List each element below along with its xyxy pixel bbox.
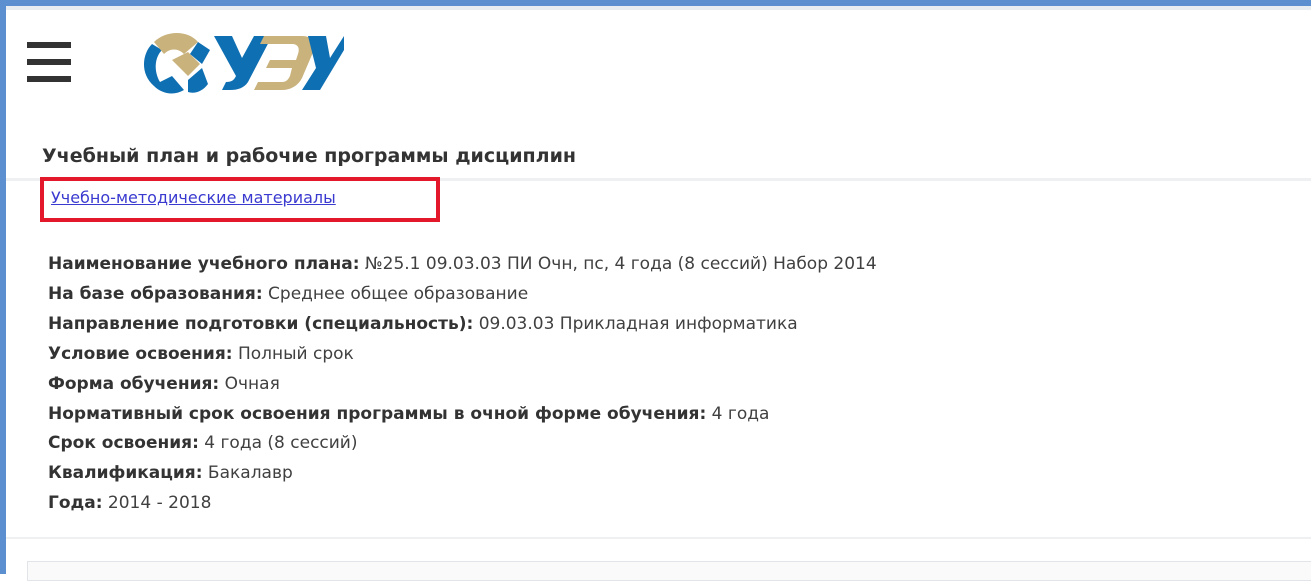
university-logo-icon[interactable] [132,24,344,100]
detail-label: Года: [48,493,103,514]
detail-label: Наименование учебного плана: [48,254,360,274]
detail-row-term: Срок освоения: 4 года (8 сессий) [48,429,877,459]
detail-row-condition: Условие освоения: Полный срок [48,340,877,370]
divider [6,537,1311,539]
detail-value: 4 года [711,403,770,424]
detail-value: Среднее общее образование [268,283,529,304]
menu-line [27,76,71,82]
plan-details: Наименование учебного плана: №25.1 09.03… [48,250,877,519]
detail-value: 4 года (8 сессий) [204,433,358,454]
detail-value: 09.03.03 Прикладная информатика [478,313,798,334]
page-title: Учебный план и рабочие программы дисципл… [42,145,577,167]
logo-graphic [144,33,344,94]
detail-row-qualification: Квалификация: Бакалавр [48,459,877,489]
menu-line [27,42,71,48]
detail-label: Нормативный срок освоения программы в оч… [48,403,707,424]
detail-value: №25.1 09.03.03 ПИ Очн, пс, 4 года (8 сес… [364,254,877,274]
detail-row-specialty: Направление подготовки (специальность): … [48,310,877,340]
highlight-annotation [40,177,440,222]
detail-label: Форма обучения: [48,373,220,394]
detail-label: Направление подготовки (специальность): [48,313,474,334]
hamburger-menu-icon[interactable] [27,42,71,84]
detail-value: Очная [224,373,280,394]
detail-value: 2014 - 2018 [107,493,212,514]
detail-row-education-base: На базе образования: Среднее общее образ… [48,280,877,310]
detail-row-study-form: Форма обучения: Очная [48,370,877,400]
detail-label: Квалификация: [48,463,203,484]
menu-line [27,59,71,65]
detail-value: Полный срок [237,343,354,364]
top-bar [6,6,1311,10]
detail-label: На базе образования: [48,283,263,304]
detail-row-normative-term: Нормативный срок освоения программы в оч… [48,400,877,430]
detail-label: Срок освоения: [48,433,199,454]
detail-row-years: Года: 2014 - 2018 [48,489,877,519]
detail-row-plan-name: Наименование учебного плана: №25.1 09.03… [48,250,877,280]
detail-label: Условие освоения: [48,343,233,364]
content-panel [27,561,1311,581]
detail-value: Бакалавр [207,463,293,484]
